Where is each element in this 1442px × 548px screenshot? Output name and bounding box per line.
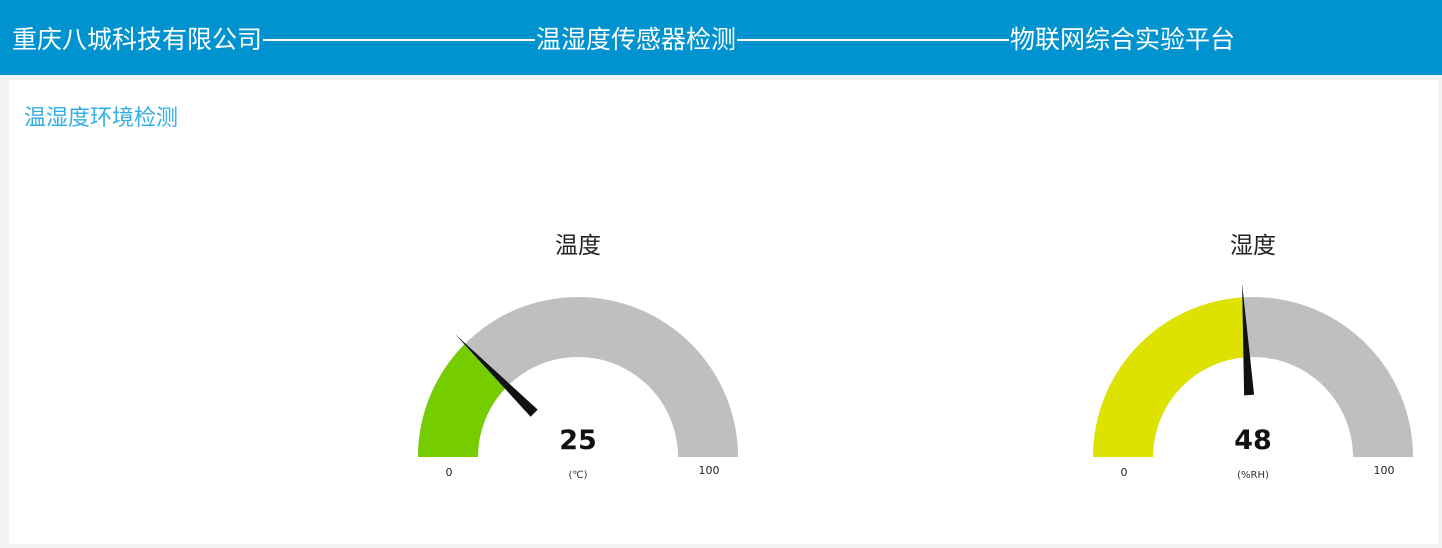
temperature-unit: (℃) bbox=[568, 470, 588, 481]
temperature-value: 25 bbox=[559, 425, 597, 456]
page-header: 重庆八城科技有限公司 温湿度传感器检测 物联网综合实验平台 bbox=[0, 0, 1442, 75]
header-company: 重庆八城科技有限公司 bbox=[12, 24, 263, 54]
humidity-max-label: 100 bbox=[1373, 464, 1395, 477]
monitor-panel: 温湿度环境检测 温度 25 (℃) 0 100 湿度 48 (%RH) 0 10… bbox=[9, 80, 1438, 544]
humidity-value: 48 bbox=[1234, 425, 1272, 456]
header-divider bbox=[263, 38, 536, 41]
header-platform: 物联网综合实验平台 bbox=[1010, 24, 1236, 54]
humidity-unit: (%RH) bbox=[1237, 470, 1269, 481]
humidity-min-label: 0 bbox=[1120, 466, 1128, 479]
header-subtitle: 温湿度传感器检测 bbox=[536, 24, 737, 54]
humidity-gauge-title: 湿度 bbox=[1230, 233, 1276, 259]
temperature-gauge-title: 温度 bbox=[555, 233, 601, 259]
panel-title: 温湿度环境检测 bbox=[24, 106, 179, 131]
temperature-max-label: 100 bbox=[698, 464, 720, 477]
header-divider bbox=[737, 38, 1010, 41]
temperature-min-label: 0 bbox=[445, 466, 453, 479]
